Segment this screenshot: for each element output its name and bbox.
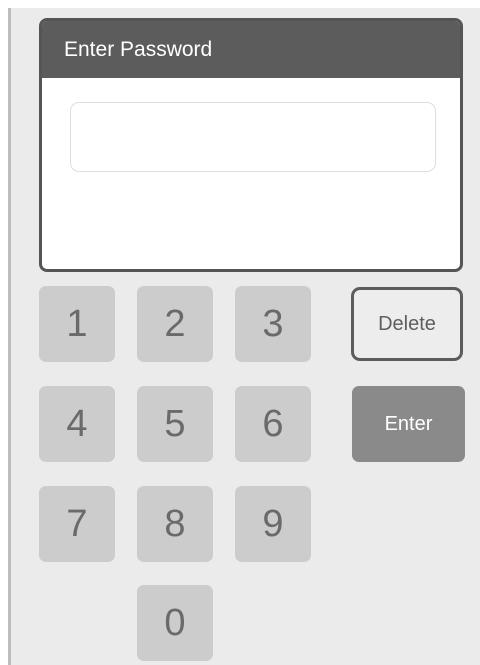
key-8[interactable]: 8 (137, 486, 213, 562)
key-9[interactable]: 9 (235, 486, 311, 562)
key-4[interactable]: 4 (39, 386, 115, 462)
key-3[interactable]: 3 (235, 286, 311, 362)
key-5[interactable]: 5 (137, 386, 213, 462)
key-7[interactable]: 7 (39, 486, 115, 562)
key-1[interactable]: 1 (39, 286, 115, 362)
dialog-title: Enter Password (42, 21, 460, 78)
password-input[interactable] (70, 102, 436, 172)
delete-button[interactable]: Delete (351, 287, 463, 361)
left-rail-divider (8, 8, 11, 665)
key-0[interactable]: 0 (137, 585, 213, 661)
key-6[interactable]: 6 (235, 386, 311, 462)
key-2[interactable]: 2 (137, 286, 213, 362)
enter-button[interactable]: Enter (352, 386, 465, 462)
password-dialog: Enter Password (39, 18, 463, 272)
